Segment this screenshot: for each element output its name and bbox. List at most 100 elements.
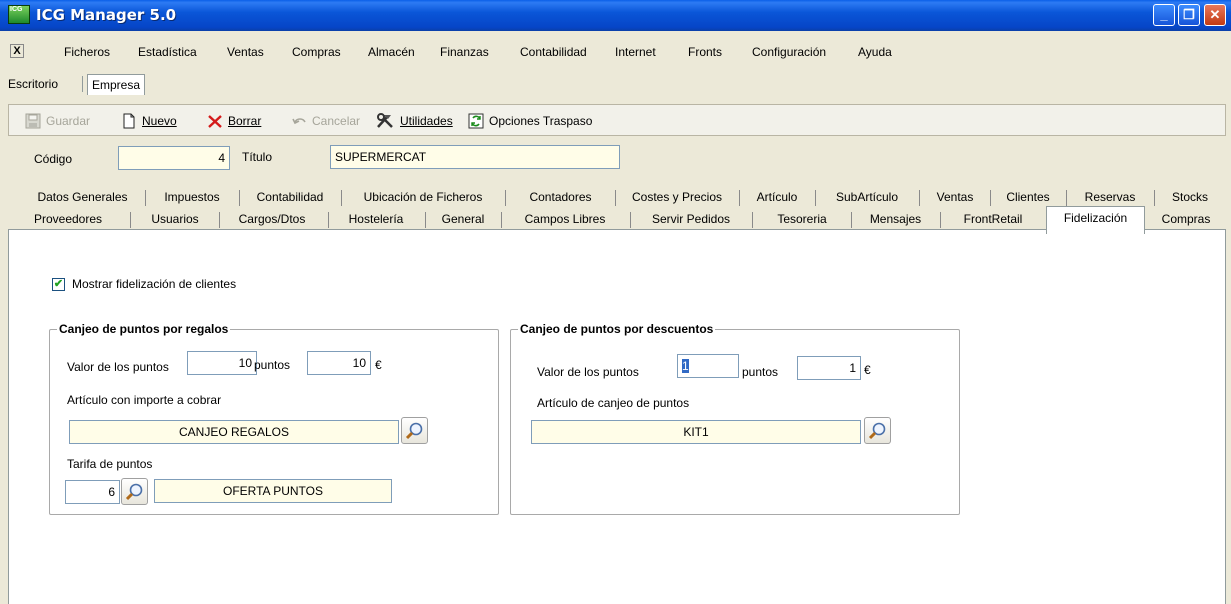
descuentos-euros-field[interactable]: 1 [797, 356, 861, 380]
tab-divider [341, 190, 342, 206]
utilidades-button[interactable]: Utilidades [375, 112, 453, 130]
tab-tesoreria[interactable]: Tesoreria [755, 210, 849, 230]
regalos-currency: € [375, 358, 382, 372]
opciones-traspaso-button[interactable]: Opciones Traspaso [468, 112, 592, 130]
descuentos-articulo-search-button[interactable] [864, 417, 891, 444]
codigo-label: Código [34, 152, 73, 166]
undo-icon [291, 113, 307, 129]
borrar-button[interactable]: Borrar [207, 112, 261, 130]
regalos-articulo-label: Artículo con importe a cobrar [67, 393, 222, 407]
tab-campos-libres[interactable]: Campos Libres [504, 210, 626, 230]
regalos-group-title: Canjeo de puntos por regalos [57, 322, 231, 336]
save-icon [25, 113, 41, 129]
regalos-articulo-search-button[interactable] [401, 417, 428, 444]
utilidades-label: Utilidades [400, 114, 453, 128]
menu-contabilidad[interactable]: Contabilidad [520, 45, 587, 59]
tab-stocks[interactable]: Stocks [1157, 188, 1223, 208]
tab-compras[interactable]: Compras [1148, 210, 1224, 230]
tab-divider [239, 190, 240, 206]
descuentos-articulo-field[interactable]: KIT1 [531, 420, 861, 444]
close-button[interactable]: ✕ [1204, 4, 1226, 26]
descuentos-articulo-label: Artículo de canjeo de puntos [537, 396, 690, 410]
regalos-valor-label: Valor de los puntos [67, 360, 169, 374]
minimize-button[interactable]: _ [1153, 4, 1175, 26]
fidelizacion-panel: ✔ Mostrar fidelización de clientes Canje… [8, 229, 1226, 604]
title-bar: ICG ICG Manager 5.0 _ ❐ ✕ [0, 0, 1231, 31]
tab-divider [328, 212, 329, 228]
borrar-label: Borrar [228, 114, 262, 128]
tab-usuarios[interactable]: Usuarios [133, 210, 217, 230]
tab-servir-pedidos[interactable]: Servir Pedidos [633, 210, 749, 230]
search-icon [405, 422, 423, 440]
tab-costes-precios[interactable]: Costes y Precios [618, 188, 736, 208]
regalos-tarifa-name-field[interactable]: OFERTA PUNTOS [154, 479, 392, 503]
tab-empresa[interactable]: Empresa [87, 74, 146, 95]
menu-estadistica[interactable]: Estadística [138, 45, 197, 59]
tab-escritorio[interactable]: Escritorio [4, 74, 62, 95]
tab-frontretail[interactable]: FrontRetail [943, 210, 1043, 230]
mostrar-fidelizacion-checkbox[interactable]: ✔ [52, 278, 65, 291]
menu-ficheros[interactable]: Ficheros [64, 45, 110, 59]
app-icon: ICG [8, 5, 30, 24]
mostrar-fidelizacion-label: Mostrar fidelización de clientes [72, 277, 237, 291]
restore-button[interactable]: ❐ [1178, 4, 1200, 26]
descuentos-puntos-value: 1 [682, 359, 689, 373]
tab-fidelizacion[interactable]: Fidelización [1046, 206, 1145, 234]
tab-ventas[interactable]: Ventas [922, 188, 988, 208]
tab-ubicacion-ficheros[interactable]: Ubicación de Ficheros [344, 188, 502, 208]
guardar-button[interactable]: Guardar [25, 112, 90, 130]
tab-mensajes[interactable]: Mensajes [854, 210, 937, 230]
guardar-label: Guardar [46, 114, 91, 128]
cancelar-button[interactable]: Cancelar [291, 112, 360, 130]
transfer-icon [468, 113, 484, 129]
tab-divider [940, 212, 941, 228]
nuevo-button[interactable]: Nuevo [121, 112, 177, 130]
regalos-puntos-field[interactable]: 10 [187, 351, 257, 375]
regalos-articulo-field[interactable]: CANJEO REGALOS [69, 420, 399, 444]
window-title: ICG Manager 5.0 [36, 6, 177, 24]
menu-ventas[interactable]: Ventas [227, 45, 264, 59]
menu-compras[interactable]: Compras [292, 45, 341, 59]
menu-finanzas[interactable]: Finanzas [440, 45, 489, 59]
codigo-field[interactable]: 4 [118, 146, 230, 170]
tab-hosteleria[interactable]: Hostelería [331, 210, 421, 230]
regalos-tarifa-label: Tarifa de puntos [67, 457, 153, 471]
toolbar: Guardar Nuevo Borrar Cancelar Utilidades… [8, 104, 1226, 136]
tab-general[interactable]: General [428, 210, 498, 230]
menu-internet[interactable]: Internet [615, 45, 656, 59]
tab-clientes[interactable]: Clientes [993, 188, 1063, 208]
titulo-label: Título [242, 150, 273, 164]
tab-divider [1066, 190, 1067, 206]
tab-divider [615, 190, 616, 206]
tab-reservas[interactable]: Reservas [1069, 188, 1151, 208]
tab-divider [851, 212, 852, 228]
tab-cargos-dtos[interactable]: Cargos/Dtos [222, 210, 322, 230]
tab-divider [130, 212, 131, 228]
tab-contabilidad[interactable]: Contabilidad [242, 188, 338, 208]
descuentos-puntos-field[interactable]: 1 [677, 354, 739, 378]
tab-divider [739, 190, 740, 206]
tab-datos-generales[interactable]: Datos Generales [23, 188, 142, 208]
search-icon [125, 483, 143, 501]
tab-row-1: Datos Generales Impuestos Contabilidad U… [8, 188, 1226, 208]
tab-divider [505, 190, 506, 206]
tab-subarticulo[interactable]: SubArtículo [818, 188, 916, 208]
tab-impuestos[interactable]: Impuestos [148, 188, 236, 208]
menu-almacen[interactable]: Almacén [368, 45, 415, 59]
tab-contadores[interactable]: Contadores [508, 188, 613, 208]
menu-fronts[interactable]: Fronts [688, 45, 722, 59]
regalos-euros-field[interactable]: 10 [307, 351, 371, 375]
regalos-puntos-unit: puntos [254, 358, 291, 372]
tab-divider [630, 212, 631, 228]
titulo-field[interactable]: SUPERMERCAT [330, 145, 620, 169]
regalos-tarifa-search-button[interactable] [121, 478, 148, 505]
tab-articulo[interactable]: Artículo [742, 188, 812, 208]
tab-proveedores[interactable]: Proveedores [14, 210, 122, 230]
opciones-traspaso-label: Opciones Traspaso [489, 114, 593, 128]
tab-divider [219, 212, 220, 228]
descuentos-group-title: Canjeo de puntos por descuentos [518, 322, 716, 336]
regalos-tarifa-code-field[interactable]: 6 [65, 480, 120, 504]
menu-ayuda[interactable]: Ayuda [858, 45, 892, 59]
menu-configuracion[interactable]: Configuración [752, 45, 826, 59]
mdi-close-icon[interactable]: X [10, 44, 24, 58]
